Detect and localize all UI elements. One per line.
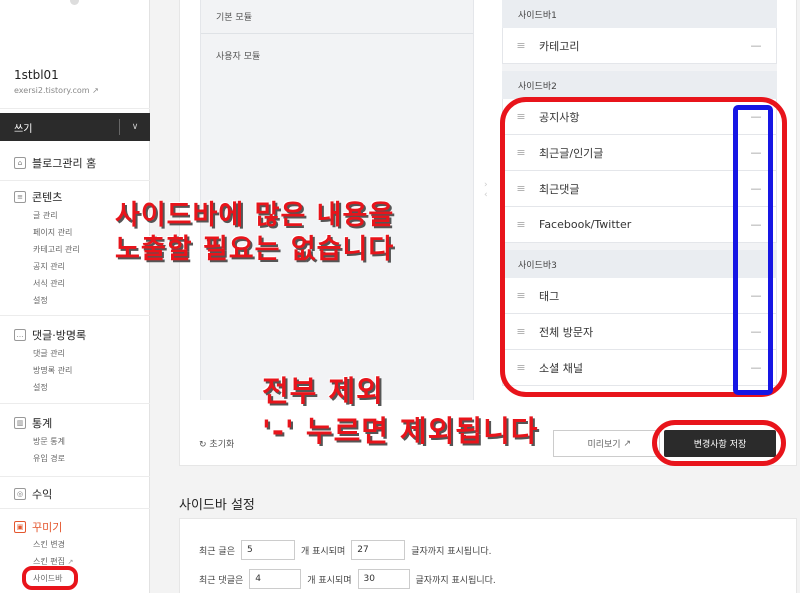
home-icon: ⌂ bbox=[14, 157, 26, 169]
recent-comments-chars-input[interactable]: 30 bbox=[357, 569, 410, 589]
sub-template-manage[interactable]: 서식 관리 bbox=[14, 275, 144, 292]
divider bbox=[0, 476, 150, 477]
annotation-red-ring-sidebar-menu bbox=[22, 566, 78, 590]
refresh-icon: ↻ bbox=[199, 440, 207, 450]
menu-stats-label: 통계 bbox=[32, 417, 53, 430]
sub-skin-change[interactable]: 스킨 변경 bbox=[14, 536, 144, 553]
sub-referrer[interactable]: 유입 경로 bbox=[14, 450, 144, 467]
menu-home-label: 블로그관리 홈 bbox=[32, 157, 97, 170]
menu-comments-label: 댓글·방명록 bbox=[32, 329, 87, 342]
annotation-note1-line2: 노출할 필요는 없습니다 bbox=[115, 234, 395, 265]
coin-icon: ◎ bbox=[14, 488, 26, 500]
setting-label: 개 표시되며 bbox=[307, 575, 352, 586]
annotation-note2-line2: '-' 누르면 제외됩니다 bbox=[262, 414, 539, 448]
menu-stats: ▥ 통계 방문 통계 유입 경로 bbox=[14, 415, 144, 467]
sidebar1-header: 사이드바1 bbox=[502, 0, 777, 28]
bar-chart-icon: ▥ bbox=[14, 417, 26, 429]
recent-posts-count-input[interactable]: 5 bbox=[240, 540, 295, 560]
blog-url-link[interactable]: exersi2.tistory.com ↗ bbox=[14, 86, 99, 95]
recent-comments-setting: 최근 댓글은 4 개 표시되며 30 글자까지 표시됩니다. bbox=[199, 569, 496, 589]
user-modules-tab[interactable]: 사용자 모듈 bbox=[201, 38, 473, 72]
sub-comments-settings[interactable]: 설정 bbox=[14, 379, 144, 396]
speech-bubble-icon: … bbox=[14, 329, 26, 341]
write-button[interactable]: 쓰기 ∨ bbox=[0, 113, 150, 141]
setting-label: 글자까지 표시됩니다. bbox=[411, 546, 492, 557]
external-link-icon: ↗ bbox=[67, 558, 74, 566]
reset-button[interactable]: ↻ 초기화 bbox=[199, 437, 234, 450]
menu-comments-head[interactable]: … 댓글·방명록 bbox=[14, 327, 144, 343]
preview-button[interactable]: 미리보기 ↗ bbox=[553, 430, 660, 457]
sub-comment-manage[interactable]: 댓글 관리 bbox=[14, 345, 144, 362]
annotation-blue-box-remove-column bbox=[733, 105, 773, 395]
reset-label: 초기화 bbox=[209, 440, 235, 450]
sidebar-settings-title: 사이드바 설정 bbox=[179, 498, 255, 513]
divider bbox=[0, 108, 150, 109]
profile-area bbox=[0, 0, 149, 52]
sub-visit-stats[interactable]: 방문 통계 bbox=[14, 433, 144, 450]
annotation-red-ring-save bbox=[652, 420, 786, 466]
menu-stats-head[interactable]: ▥ 통계 bbox=[14, 415, 144, 431]
preview-label: 미리보기 bbox=[587, 440, 621, 450]
menu-revenue-label: 수익 bbox=[32, 488, 53, 501]
chevron-down-icon[interactable]: ∨ bbox=[120, 122, 150, 132]
sidebar2-header: 사이드바2 bbox=[502, 71, 777, 99]
divider bbox=[0, 315, 150, 316]
blog-id: 1stbl01 bbox=[14, 68, 59, 82]
document-icon: ≡ bbox=[14, 191, 26, 203]
sub-content-settings[interactable]: 설정 bbox=[14, 292, 144, 309]
chevron-right-icon: › ‹ bbox=[484, 180, 488, 200]
recent-comments-count-input[interactable]: 4 bbox=[249, 569, 302, 589]
avatar[interactable] bbox=[70, 0, 79, 5]
sidebar-item-label: 카테고리 bbox=[539, 39, 580, 53]
divider bbox=[0, 508, 150, 509]
menu-content-label: 콘텐츠 bbox=[32, 191, 63, 204]
layout-icon: ▣ bbox=[14, 521, 26, 533]
divider bbox=[0, 403, 150, 404]
menu-decorate-label: 꾸미기 bbox=[32, 521, 63, 534]
basic-modules-tab[interactable]: 기본 모듈 bbox=[201, 0, 473, 34]
sub-guestbook-manage[interactable]: 방명록 관리 bbox=[14, 362, 144, 379]
menu-comments: … 댓글·방명록 댓글 관리 방명록 관리 설정 bbox=[14, 327, 144, 396]
external-link-icon: ↗ bbox=[623, 438, 631, 449]
recent-posts-chars-input[interactable]: 27 bbox=[351, 540, 406, 560]
recent-posts-setting: 최근 글은 5 개 표시되며 27 글자까지 표시됩니다. bbox=[199, 540, 492, 560]
setting-label: 최근 글은 bbox=[199, 546, 235, 557]
drag-handle-icon[interactable]: ≡ bbox=[503, 39, 539, 52]
sub-skin-edit-label: 스킨 편집 bbox=[33, 557, 65, 566]
divider bbox=[0, 180, 150, 181]
remove-icon[interactable]: — bbox=[736, 39, 776, 52]
left-sidebar: 1stbl01 exersi2.tistory.com ↗ 쓰기 ∨ ⌂ 블로그관… bbox=[0, 0, 150, 593]
write-label: 쓰기 bbox=[14, 123, 33, 135]
menu-decorate-head[interactable]: ▣ 꾸미기 bbox=[14, 519, 144, 535]
setting-label: 최근 댓글은 bbox=[199, 575, 244, 586]
setting-label: 개 표시되며 bbox=[300, 546, 346, 557]
menu-revenue[interactable]: ◎ 수익 bbox=[14, 486, 144, 502]
annotation-note2-line1: 전부 제외 bbox=[262, 374, 384, 408]
menu-home[interactable]: ⌂ 블로그관리 홈 bbox=[14, 155, 144, 171]
setting-label: 글자까지 표시됩니다. bbox=[415, 575, 496, 586]
external-link-icon: ↗ bbox=[92, 86, 99, 95]
gap bbox=[502, 64, 777, 71]
sidebar-item-category[interactable]: ≡ 카테고리 — bbox=[502, 28, 777, 64]
